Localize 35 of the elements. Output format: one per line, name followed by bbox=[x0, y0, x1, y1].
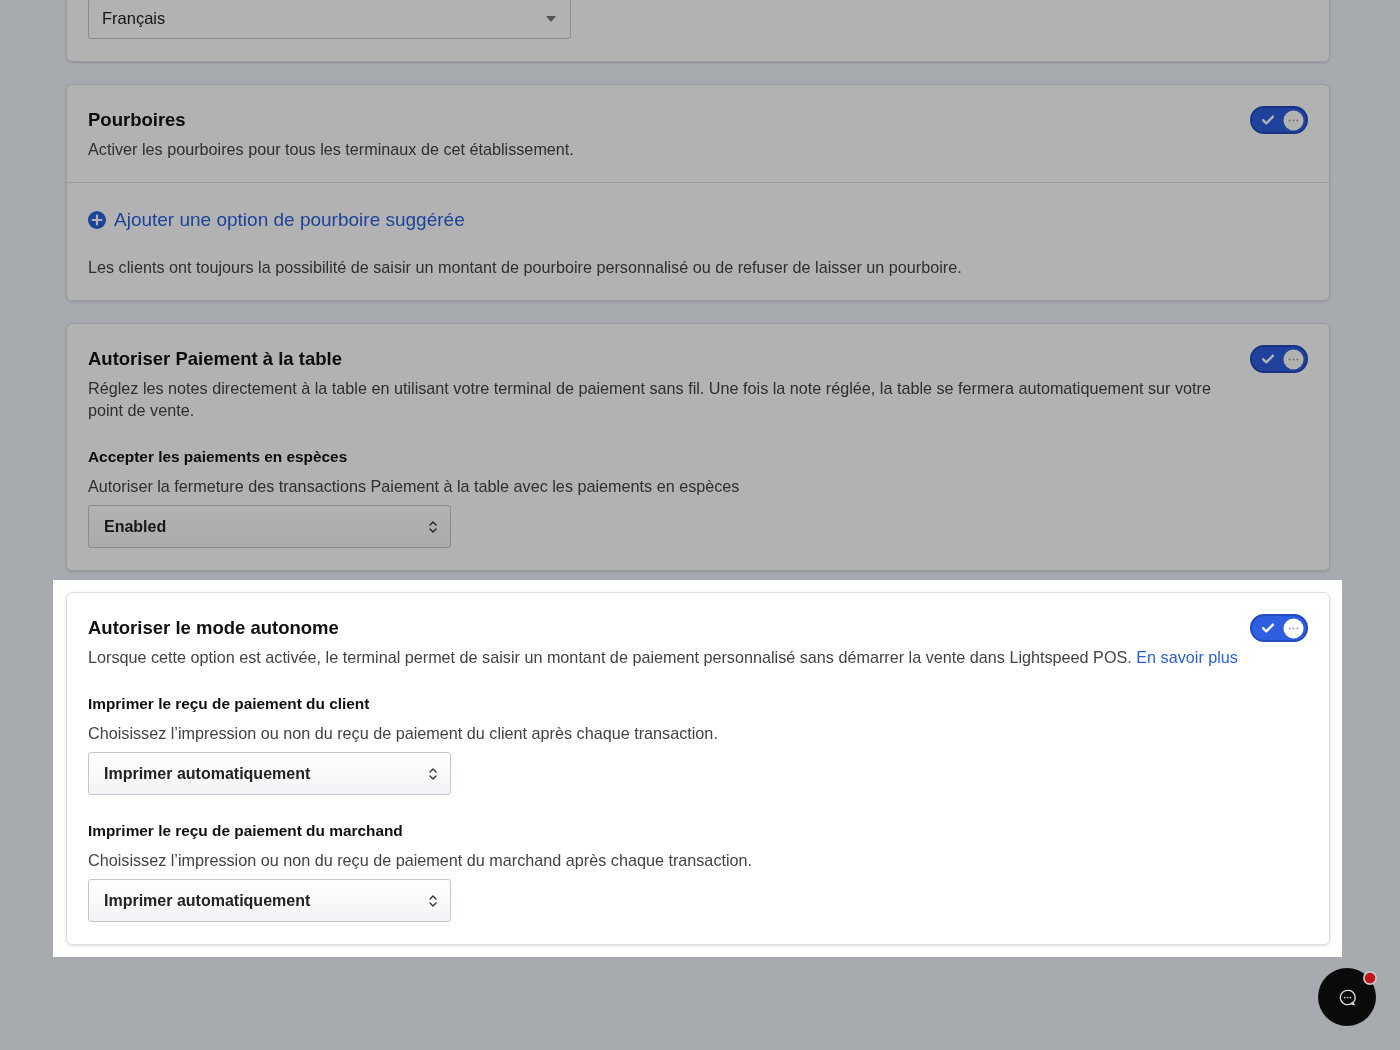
toggle-knob bbox=[1283, 109, 1304, 131]
select-field[interactable]: Enabled bbox=[88, 505, 451, 548]
caret-down-icon bbox=[546, 15, 556, 22]
setting-label: Accepter les paiements en espèces bbox=[88, 447, 349, 467]
section-title: Autoriser le mode autonome bbox=[88, 616, 340, 640]
section-description: Réglez les notes directement à la table en utilisant votre terminal de paiement sans fil. Une fois la note réglée, la table se fermera automatiquement sur votre point de vente. bbox=[88, 378, 1212, 421]
check-icon bbox=[1262, 115, 1274, 125]
section-title: Pourboires bbox=[88, 108, 187, 132]
check-icon bbox=[1262, 354, 1274, 364]
toggle-knob bbox=[1283, 348, 1304, 370]
chat-button[interactable] bbox=[1318, 968, 1376, 1026]
section-title: Autoriser Paiement à la table bbox=[88, 347, 343, 371]
add-tip-option-link[interactable]: Ajouter une option de pourboire suggérée bbox=[88, 206, 465, 234]
setting-label: Imprimer le reçu de paiement du client bbox=[88, 694, 371, 714]
toggle-switch[interactable] bbox=[1250, 345, 1308, 373]
chevron-updown-icon bbox=[429, 893, 437, 908]
chat-icon bbox=[1337, 987, 1357, 1007]
setting-label: Imprimer le reçu de paiement du marchand bbox=[88, 821, 404, 841]
section-description: Activer les pourboires pour tous les terminaux de cet établissement. bbox=[88, 139, 575, 160]
chevron-updown-icon bbox=[429, 519, 437, 534]
toggle-switch[interactable] bbox=[1250, 106, 1308, 134]
setting-description: Autoriser la fermeture des transactions Paiement à la table avec les paiements en espèces bbox=[88, 476, 741, 497]
setting-description: Choisissez l’impression ou non du reçu de paiement du marchand après chaque transaction. bbox=[88, 850, 754, 871]
language-select[interactable]: Français bbox=[88, 0, 571, 39]
setting-description: Choisissez l’impression ou non du reçu de paiement du client après chaque transaction. bbox=[88, 723, 719, 744]
plus-circle-icon bbox=[88, 211, 106, 229]
tip-note: Les clients ont toujours la possibilité de saisir un montant de pourboire personnalisé ou de refuser de laisser un pourboire. bbox=[88, 257, 963, 278]
learn-more-link[interactable]: En savoir plus bbox=[1136, 648, 1238, 666]
toggle-knob bbox=[1283, 617, 1304, 639]
chevron-updown-icon bbox=[429, 766, 437, 781]
section-description: Lorsque cette option est activée, le terminal permet de saisir un montant de paiement personnalisé sans démarrer la vente dans Lightspeed POS. En savoir plus bbox=[88, 647, 1239, 668]
select-field[interactable]: Imprimer automatiquement bbox=[88, 879, 451, 922]
check-icon bbox=[1262, 623, 1274, 633]
select-field[interactable]: Imprimer automatiquement bbox=[88, 752, 451, 795]
toggle-switch[interactable] bbox=[1250, 614, 1308, 642]
